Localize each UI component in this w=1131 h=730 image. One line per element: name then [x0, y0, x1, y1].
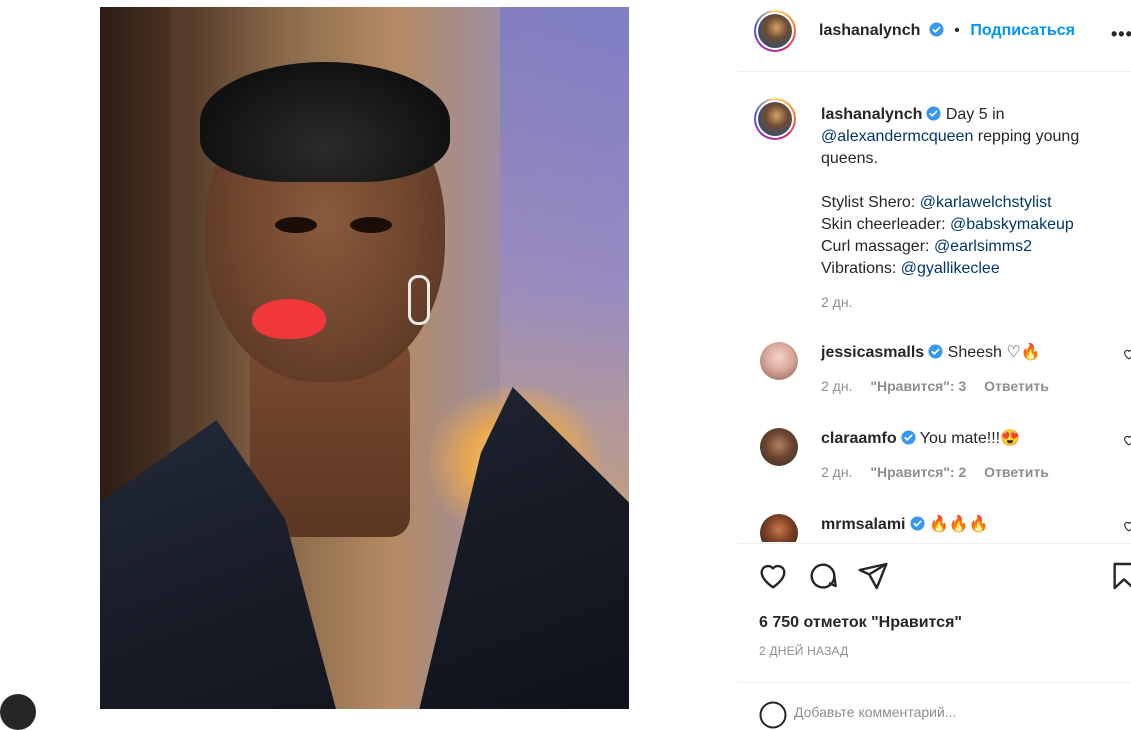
comment-time[interactable]: 2 дн.	[821, 464, 852, 480]
mention-link[interactable]: @gyallikeclee	[901, 260, 1000, 277]
heart-icon[interactable]	[757, 560, 789, 592]
post-date[interactable]: 2 ДНЕЙ НАЗАД	[759, 644, 848, 658]
mention-link[interactable]: @alexandermcqueen	[821, 128, 973, 145]
separator-dot: •	[954, 22, 960, 39]
comment-meta: 2 дн. "Нравится": 2 Ответить	[821, 464, 1063, 480]
verified-badge-icon	[926, 106, 941, 121]
author-avatar[interactable]	[754, 10, 796, 52]
reply-button[interactable]: Ответить	[984, 378, 1049, 394]
likes-count[interactable]: 6 750 отметок "Нравится"	[759, 614, 962, 632]
caption-line-label: Skin cheerleader:	[821, 216, 946, 233]
comment-like-heart-icon[interactable]	[1122, 434, 1131, 446]
caption-line-label: Vibrations:	[821, 260, 897, 277]
divider	[738, 682, 1131, 683]
post-actions: 6 750 отметок "Нравится" 2 ДНЕЙ НАЗАД До…	[738, 543, 1131, 729]
commenter-avatar[interactable]	[760, 428, 798, 466]
comment-text-line: jessicasmalls Sheesh ♡🔥	[821, 342, 1041, 364]
follow-button[interactable]: Подписаться	[970, 22, 1075, 39]
caption-line-label: Curl massager:	[821, 238, 930, 255]
comment-like-heart-icon[interactable]	[1122, 520, 1131, 532]
caption-timestamp[interactable]: 2 дн.	[821, 294, 852, 310]
verified-badge-icon	[929, 22, 944, 37]
comment-likes[interactable]: "Нравится": 3	[870, 378, 966, 394]
comment-time[interactable]: 2 дн.	[821, 378, 852, 394]
reply-button[interactable]: Ответить	[984, 464, 1049, 480]
comment-text: You mate!!!😍	[919, 430, 1021, 447]
photo-subject-eye-left	[275, 217, 317, 233]
comment-text: 🔥🔥🔥	[928, 516, 989, 533]
caption-author-username[interactable]: lashanalynch	[821, 106, 922, 123]
caption-text-pre: Day 5 in	[945, 106, 1005, 123]
comments-list[interactable]: lashanalynch Day 5 in @alexandermcqueen …	[738, 72, 1131, 542]
verified-badge-icon	[901, 430, 916, 445]
share-icon[interactable]	[857, 560, 889, 592]
commenter-username[interactable]: mrmsalami	[821, 516, 906, 533]
add-comment-input[interactable]: Добавьте комментарий...	[794, 704, 956, 720]
caption-text: lashanalynch Day 5 in @alexandermcqueen …	[821, 104, 1121, 280]
post-header: lashanalynch • Подписаться •••	[738, 0, 1131, 72]
verified-badge-icon	[928, 344, 943, 359]
mention-link[interactable]: @karlawelchstylist	[920, 194, 1052, 211]
photo-subject-eye-right	[350, 217, 392, 233]
author-username[interactable]: lashanalynch	[819, 22, 920, 39]
caption-line-label: Stylist Shero:	[821, 194, 916, 211]
post-photo[interactable]	[100, 7, 629, 709]
comment-meta: 2 дн. "Нравится": 3 Ответить	[821, 378, 1063, 394]
comment-item: mrmsalami 🔥🔥🔥	[738, 514, 1131, 542]
comment-text-line: mrmsalami 🔥🔥🔥	[821, 514, 989, 536]
more-options-icon[interactable]: •••	[1111, 24, 1131, 45]
author-line: lashanalynch • Подписаться	[819, 22, 1075, 40]
comment-text-line: claraamfo You mate!!!😍	[821, 428, 1020, 450]
mention-link[interactable]: @babskymakeup	[950, 216, 1074, 233]
photo-subject-hair	[200, 62, 450, 182]
post-side-panel: lashanalynch • Подписаться ••• lashanaly…	[738, 0, 1131, 729]
comment-likes[interactable]: "Нравится": 2	[870, 464, 966, 480]
emoji-icon[interactable]	[758, 700, 788, 730]
photo-subject-lips	[252, 299, 326, 339]
comment-item: claraamfo You mate!!!😍 2 дн. "Нравится":…	[738, 428, 1131, 508]
comment-like-heart-icon[interactable]	[1122, 348, 1131, 360]
commenter-avatar[interactable]	[760, 514, 798, 542]
comment-text: Sheesh ♡🔥	[947, 344, 1041, 361]
photo-subject-earring	[408, 275, 430, 325]
mention-link[interactable]: @earlsimms2	[934, 238, 1032, 255]
commenter-username[interactable]: jessicasmalls	[821, 344, 924, 361]
tag-indicator-icon[interactable]	[0, 694, 36, 730]
bookmark-icon[interactable]	[1108, 560, 1131, 592]
verified-badge-icon	[909, 516, 925, 531]
comment-icon[interactable]	[807, 560, 839, 592]
commenter-avatar[interactable]	[760, 342, 798, 380]
comment-item: jessicasmalls Sheesh ♡🔥 2 дн. "Нравится"…	[738, 342, 1131, 422]
caption-author-avatar[interactable]	[754, 98, 796, 140]
commenter-username[interactable]: claraamfo	[821, 430, 897, 447]
